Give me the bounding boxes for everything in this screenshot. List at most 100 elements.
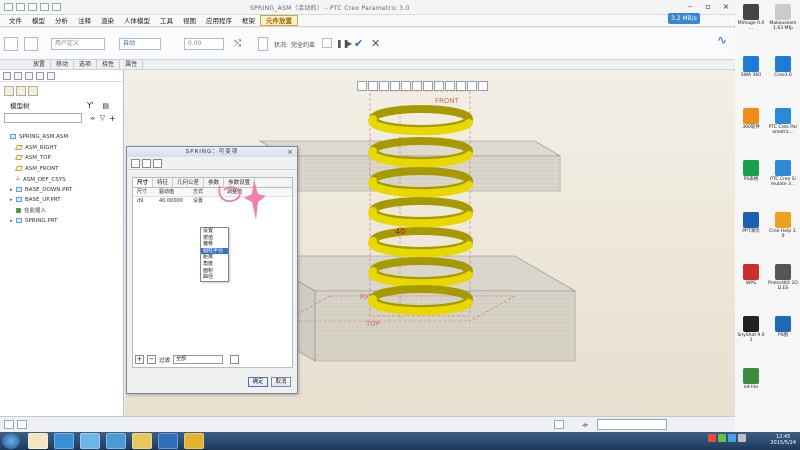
dialog-tab-2[interactable]: 几何公差 <box>173 178 205 187</box>
menu-item-4[interactable]: 渲染 <box>96 15 119 26</box>
tree-search-input[interactable] <box>4 113 82 123</box>
dialog-close-icon[interactable]: × <box>287 147 294 157</box>
desktop-shortcut[interactable]: Creo3.0 <box>768 56 798 78</box>
confirm-icon[interactable]: ✔ <box>354 38 366 50</box>
menu-item-8[interactable]: 应用程序 <box>201 15 237 26</box>
taskbar-app-2[interactable] <box>80 433 100 449</box>
play-icon[interactable]: ▶ <box>346 39 352 48</box>
tree-item[interactable]: ▸ BASE_DOWN.PRT <box>0 185 123 196</box>
desktop-shortcut[interactable]: PTC Creo Parametric... <box>768 108 798 135</box>
clock[interactable]: 12:45 2015/5/24 <box>770 434 796 446</box>
taskbar-app-word[interactable] <box>158 433 178 449</box>
taskbar-app-4[interactable] <box>184 433 204 449</box>
open-icon[interactable] <box>16 3 25 11</box>
desktop-shortcut[interactable]: Mimage 0.0 ... <box>736 4 766 31</box>
desktop-shortcut[interactable]: PS图 <box>768 316 798 338</box>
close-button[interactable]: × <box>717 0 735 14</box>
tree-item[interactable]: ASM_RIGHT <box>0 143 123 154</box>
menu-item-9[interactable]: 框架 <box>237 15 260 26</box>
display-icon[interactable] <box>322 38 332 48</box>
cancel-button[interactable]: 取消 <box>271 377 291 387</box>
tree-item[interactable]: ▸ SPRING.PRT <box>0 216 123 227</box>
taskbar-app-1[interactable] <box>28 433 48 449</box>
tool-icon-4[interactable] <box>36 72 44 80</box>
tray-icon-4[interactable] <box>738 434 746 442</box>
curve-icon[interactable]: ∿ <box>717 33 727 47</box>
favorites-tab-icon[interactable] <box>28 86 38 96</box>
menu-item-5[interactable]: 人体模型 <box>119 15 155 26</box>
ok-button[interactable]: 确定 <box>248 377 268 387</box>
offset-input[interactable]: 0.00 <box>184 38 224 50</box>
model-tree-tab-icon[interactable] <box>4 86 14 96</box>
tree-item[interactable]: ⟂ ASM_DEF_CSYS <box>0 174 123 185</box>
remove-row-button[interactable]: − <box>147 355 156 364</box>
dialog-tool-icon-3[interactable] <box>153 159 162 168</box>
constraint-icon[interactable] <box>4 37 18 51</box>
cancel-icon[interactable]: ✕ <box>371 38 383 50</box>
status-icon-2[interactable] <box>17 420 27 429</box>
desktop-shortcut[interactable]: SnyShot 9.01 <box>736 316 766 343</box>
new-icon[interactable] <box>4 3 13 11</box>
table-icon[interactable] <box>230 355 240 364</box>
menu-item-2[interactable]: 分析 <box>50 15 73 26</box>
desktop-shortcut[interactable]: Creo Help 3.0 <box>768 212 798 239</box>
start-button[interactable] <box>2 433 20 449</box>
dialog-tool-icon-1[interactable] <box>131 159 140 168</box>
filter-select[interactable]: 全部 <box>173 355 224 364</box>
tray-icon-3[interactable] <box>728 434 736 442</box>
sub-tab-0[interactable]: 放置 <box>28 60 52 69</box>
taskbar-app-ie[interactable] <box>54 433 74 449</box>
dialog-tab-0[interactable]: 尺寸 <box>133 178 154 187</box>
desktop-shortcut[interactable]: PPT演示 <box>736 212 766 234</box>
folder-tab-icon[interactable] <box>16 86 26 96</box>
redo-icon[interactable] <box>52 3 61 11</box>
show-icon[interactable]: ▤ <box>102 100 109 112</box>
find-icon-status[interactable]: ᨀ <box>582 420 589 430</box>
desktop-shortcut[interactable]: WPS <box>736 264 766 286</box>
desktop-shortcut[interactable]: PTC Creo Simulate 3... <box>768 160 798 187</box>
auto-combo[interactable]: 自动 <box>119 38 161 50</box>
sub-tab-4[interactable]: 属性 <box>120 60 144 69</box>
move-icon[interactable] <box>24 37 38 51</box>
tree-item[interactable]: ASM_FRONT <box>0 164 123 175</box>
add-row-button[interactable]: + <box>135 355 144 364</box>
menu-item-3[interactable]: 注释 <box>73 15 96 26</box>
sub-tab-1[interactable]: 移动 <box>51 60 75 69</box>
menu-item-1[interactable]: 模型 <box>27 15 50 26</box>
dialog-tab-1[interactable]: 特征 <box>153 178 174 187</box>
tool-icon-2[interactable] <box>14 72 22 80</box>
status-icon-3[interactable] <box>554 420 564 429</box>
taskbar-app-explorer[interactable] <box>132 433 152 449</box>
desktop-shortcut[interactable]: ed-lite <box>736 368 766 390</box>
status-icon-1[interactable] <box>4 420 14 429</box>
user-defined-combo[interactable]: 用户定义 <box>51 38 105 50</box>
placement-icon[interactable] <box>258 37 268 51</box>
tray-icon-2[interactable] <box>718 434 726 442</box>
dropdown-option[interactable]: 偏移 <box>201 241 228 248</box>
desktop-shortcut[interactable]: SWA 360 <box>736 56 766 78</box>
tray-icon-1[interactable] <box>708 434 716 442</box>
minimize-button[interactable]: – <box>681 0 699 14</box>
desktop-shortcut[interactable]: PS表格 <box>736 160 766 182</box>
settings-icon[interactable]: Ƴ <box>87 100 93 112</box>
tree-item[interactable]: 在此插入 <box>0 206 123 217</box>
taskbar-app-3[interactable] <box>106 433 126 449</box>
desktop-shortcut[interactable]: ProtectKit 1OD.ES <box>768 264 798 291</box>
sub-tab-2[interactable]: 选项 <box>74 60 98 69</box>
tree-item[interactable]: ▸ BASE_UP.PRT <box>0 195 123 206</box>
dialog-tool-icon-2[interactable] <box>142 159 151 168</box>
sub-tab-3[interactable]: 挠性 <box>97 60 121 69</box>
menu-item-6[interactable]: 工具 <box>155 15 178 26</box>
menu-item-7[interactable]: 视图 <box>178 15 201 26</box>
tool-icon-5[interactable] <box>47 72 55 80</box>
desktop-shortcut[interactable]: 360软件 <box>736 108 766 130</box>
menu-item-10[interactable]: 元件放置 <box>260 15 298 26</box>
tool-icon-3[interactable] <box>25 72 33 80</box>
maximize-button[interactable]: ▫ <box>699 0 717 14</box>
dropdown-option[interactable]: 距离 <box>201 254 228 261</box>
add-icon[interactable]: + <box>109 114 116 123</box>
tree-item[interactable]: ASM_TOP <box>0 153 123 164</box>
dropdown-option[interactable]: 角度 <box>201 261 228 268</box>
dropdown-option[interactable]: 曲径 <box>201 274 228 281</box>
menu-item-0[interactable]: 文件 <box>4 15 27 26</box>
